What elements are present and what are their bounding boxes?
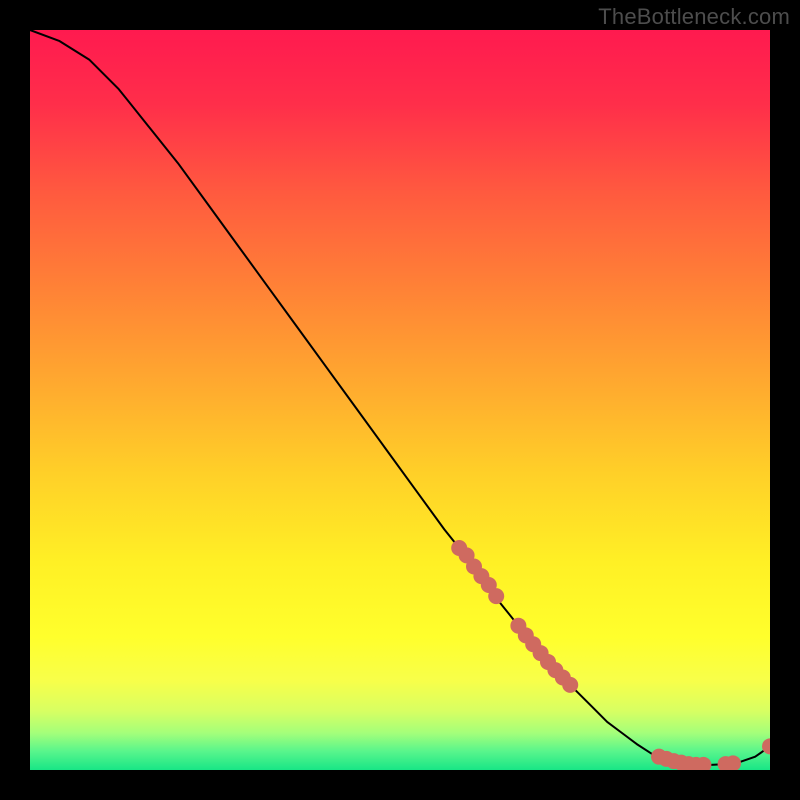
- watermark-text: TheBottleneck.com: [598, 4, 790, 30]
- background-gradient: [30, 30, 770, 770]
- data-marker: [562, 677, 578, 693]
- plot-area: [30, 30, 770, 770]
- chart-svg: [30, 30, 770, 770]
- chart-frame: TheBottleneck.com: [0, 0, 800, 800]
- data-marker: [488, 588, 504, 604]
